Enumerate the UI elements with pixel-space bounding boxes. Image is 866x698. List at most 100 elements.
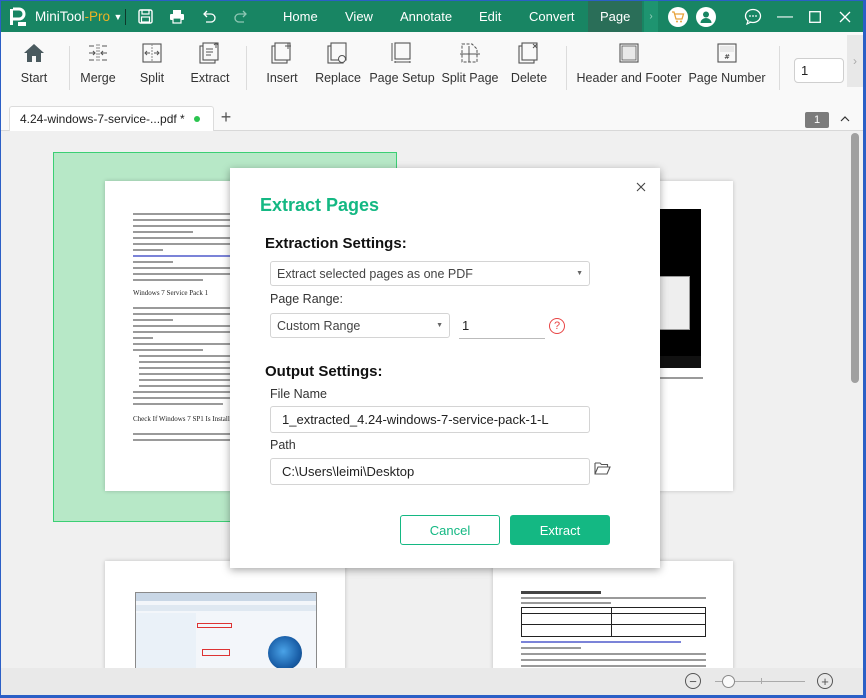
start-label: Start — [20, 71, 48, 85]
extract-pages-dialog: Extract Pages Extraction Settings: Extra… — [230, 168, 660, 568]
menu-convert[interactable]: Convert — [517, 1, 587, 32]
ribbon-separator — [69, 46, 70, 90]
cancel-button[interactable]: Cancel — [400, 515, 500, 545]
page-thumbnail-4[interactable] — [493, 561, 733, 668]
menu-home[interactable]: Home — [271, 1, 330, 32]
extraction-mode-select[interactable]: Extract selected pages as one PDF ▼ — [270, 261, 590, 286]
insert-label: Insert — [266, 71, 298, 85]
zoom-in-button[interactable]: + — [817, 673, 833, 689]
help-icon[interactable]: ? — [549, 318, 565, 334]
new-tab-button[interactable]: + — [217, 106, 235, 128]
app-window: MiniTool -Pro ▼ Home View Annotate Edit C… — [1, 1, 863, 695]
menu-annotate[interactable]: Annotate — [388, 1, 464, 32]
page-range-select[interactable]: Custom Range ▼ — [270, 313, 450, 338]
text-line — [133, 349, 203, 351]
feedback-chat-icon[interactable] — [740, 1, 766, 32]
header-footer-button[interactable]: Header and Footer — [576, 38, 682, 96]
undo-icon[interactable] — [197, 1, 221, 32]
merge-button[interactable]: Merge — [78, 38, 118, 96]
extract-label: Extract — [190, 71, 230, 85]
collapse-ribbon-icon[interactable] — [837, 110, 853, 128]
zoom-slider-tick — [761, 678, 762, 684]
ribbon-separator — [779, 46, 780, 90]
address-bar-image — [136, 605, 316, 611]
page-thumbnail-3[interactable] — [105, 561, 345, 668]
save-icon[interactable] — [133, 1, 157, 32]
title-bar: MiniTool -Pro ▼ Home View Annotate Edit C… — [1, 1, 863, 32]
split-button[interactable]: Split — [135, 38, 169, 96]
unsaved-indicator-icon — [193, 116, 200, 122]
table-column-divider — [611, 608, 612, 636]
menu-view[interactable]: View — [333, 1, 385, 32]
header-footer-label: Header and Footer — [576, 71, 682, 85]
browse-folder-icon[interactable] — [594, 461, 611, 475]
svg-text:#: # — [724, 53, 730, 61]
sidebar-image — [136, 613, 196, 668]
minimize-button[interactable]: — — [772, 1, 798, 32]
merge-label: Merge — [80, 71, 116, 85]
ribbon-toolbar: Start Merge Split Extract Insert Replace… — [1, 32, 863, 100]
text-line — [133, 249, 163, 251]
close-window-button[interactable] — [832, 1, 858, 32]
delete-button[interactable]: Delete — [510, 38, 548, 96]
chevron-down-icon: ▼ — [576, 270, 583, 277]
zoom-slider-thumb[interactable] — [722, 675, 735, 688]
screenshot-image — [135, 592, 317, 668]
account-avatar-icon[interactable] — [696, 7, 716, 27]
page-number-button[interactable]: # Page Number — [688, 38, 766, 96]
replace-label: Replace — [315, 71, 361, 85]
dialog-title: Extract Pages — [260, 195, 380, 215]
page-heading: Windows 7 Service Pack 1 — [133, 289, 209, 297]
menu-page[interactable]: Page — [588, 1, 643, 32]
table-row-divider — [522, 624, 705, 625]
maximize-button[interactable] — [802, 1, 828, 32]
ribbon-scroll-right-icon[interactable]: › — [847, 35, 863, 87]
highlight-box — [202, 649, 230, 656]
ribbon-separator — [246, 46, 247, 90]
extract-icon — [199, 38, 221, 68]
scrollbar-thumb[interactable] — [851, 133, 859, 383]
dialog-close-button[interactable] — [633, 179, 649, 195]
page-heading — [521, 591, 601, 594]
app-name: MiniTool -Pro — [35, 1, 110, 32]
path-input[interactable]: C:\Users\leimi\Desktop — [270, 458, 590, 485]
output-settings-heading: Output Settings: — [265, 363, 383, 380]
cart-icon[interactable] — [668, 7, 688, 27]
page-number-input[interactable]: 1 — [794, 58, 844, 83]
insert-page-icon — [271, 38, 293, 68]
zoom-out-button[interactable]: − — [685, 673, 701, 689]
page-number-label: Page Number — [688, 71, 766, 85]
text-line — [133, 261, 173, 263]
app-menu-dropdown-icon[interactable]: ▼ — [112, 1, 124, 32]
file-name-input[interactable]: 1_extracted_4.24-windows-7-service-pack-… — [270, 406, 590, 433]
extract-button[interactable]: Extract — [187, 38, 233, 96]
document-tab-title: 4.24-windows-7-service-...pdf * — [20, 112, 185, 126]
page-range-value: Custom Range — [277, 318, 361, 333]
custom-range-input[interactable]: 1 — [459, 313, 545, 339]
insert-button[interactable]: Insert — [264, 38, 300, 96]
app-name-text: MiniTool — [35, 9, 85, 24]
document-tab-bar: 4.24-windows-7-service-...pdf * + 1 — [1, 100, 863, 131]
file-name-label: File Name — [270, 387, 327, 401]
start-button[interactable]: Start — [15, 38, 53, 96]
menu-scroll-right-icon[interactable]: › — [644, 1, 658, 32]
merge-icon — [87, 38, 109, 68]
print-icon[interactable] — [165, 1, 189, 32]
delete-label: Delete — [510, 71, 548, 85]
app-logo-icon — [7, 1, 29, 32]
document-tab[interactable]: 4.24-windows-7-service-...pdf * — [9, 106, 214, 131]
text-line — [133, 403, 223, 405]
split-page-button[interactable]: Split Page — [441, 38, 499, 96]
text-line — [521, 602, 611, 604]
replace-button[interactable]: Replace — [315, 38, 361, 96]
vertical-scrollbar[interactable] — [851, 131, 859, 668]
menu-edit[interactable]: Edit — [467, 1, 513, 32]
page-setup-button[interactable]: Page Setup — [369, 38, 435, 96]
text-line — [521, 653, 706, 655]
redo-icon[interactable] — [229, 1, 253, 32]
split-label: Split — [139, 71, 165, 85]
text-line — [133, 319, 173, 321]
extract-button-confirm[interactable]: Extract — [510, 515, 610, 545]
path-label: Path — [270, 438, 296, 452]
text-line — [521, 647, 581, 649]
